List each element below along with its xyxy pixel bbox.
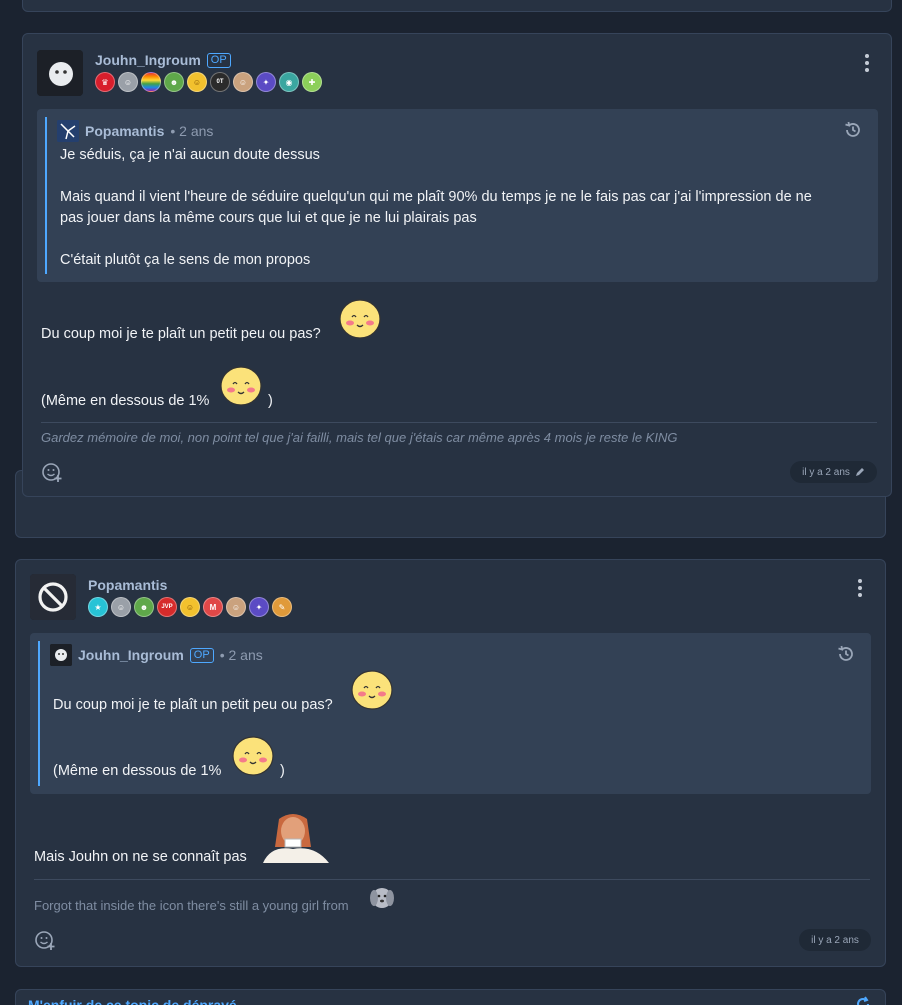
quote-author[interactable]: Jouhn_Ingroum [78,647,184,663]
puppy-sticker-icon [370,888,394,908]
ghost-avatar-icon [37,50,83,96]
quote-avatar[interactable] [57,120,79,142]
author-name[interactable]: Popamantis [88,577,167,593]
refresh-icon[interactable] [855,996,871,1005]
glasses-badge-icon[interactable]: ☻ [134,597,154,617]
signature-divider [41,422,877,423]
quote-block: Popamantis • 2 ans Je séduis, ça je n'ai… [37,109,878,282]
message-line: Du coup moi je te plaît un petit peu ou … [41,326,321,342]
badge-row: ♛ ☺ ☻ ☺ 0T ☺ ✦ ◉ ✚ [95,72,322,92]
face-badge-icon[interactable]: ☺ [226,597,246,617]
quote-bar [38,641,40,786]
author-line: Jouhn_Ingroum OP [95,52,231,68]
quote-line: (Même en dessous de 1% [53,763,222,779]
op-badge: OP [189,647,214,663]
zero-tout-badge-icon[interactable]: 0T [210,72,230,92]
previous-post-card [22,0,892,12]
banned-avatar-icon [30,574,76,620]
post-date-text: il y a 2 ans [802,466,850,478]
author-line: Popamantis [88,577,167,593]
more-options-icon[interactable] [853,579,867,597]
smiley-badge-icon[interactable]: ☺ [180,597,200,617]
quote-author[interactable]: Popamantis [85,123,164,139]
signature-divider [34,879,870,880]
bottom-nav-bar: M'enfuir de ce topic de dépravé [15,989,886,1005]
constellation-avatar-icon [57,120,79,142]
face2-badge-icon[interactable]: ◉ [279,72,299,92]
post-card: Popamantis ★ ☺ ☻ JVP ☺ M ☺ ✦ ✎ Jouhn_Ing… [15,559,886,967]
galaxy-badge-icon[interactable]: ✦ [249,597,269,617]
edit-icon [855,468,864,476]
mario-badge-icon[interactable]: M [203,597,223,617]
smiley-badge-icon[interactable]: ☺ [187,72,207,92]
portrait-badge-icon[interactable]: ☺ [118,72,138,92]
author-name[interactable]: Jouhn_Ingroum [95,52,201,68]
history-icon[interactable] [836,644,856,664]
quote-block: Jouhn_Ingroum OP • 2 ans Du coup moi je … [30,633,871,794]
post-card: Jouhn_Ingroum OP ♛ ☺ ☻ ☺ 0T ☺ ✦ ◉ ✚ Popa… [22,33,892,497]
more-options-icon[interactable] [860,54,874,72]
signature: Gardez mémoire de moi, non point tel que… [41,430,678,445]
palette-badge-icon[interactable]: ✎ [272,597,292,617]
message-line-end: ) [268,393,273,409]
quote-line: Mais quand il vient l'heure de séduire q… [60,189,812,205]
message-line: Mais Jouhn on ne se connaît pas [34,849,247,865]
post-date[interactable]: il y a 2 ans [790,461,877,483]
quote-line: Du coup moi je te plaît un petit peu ou … [53,697,333,713]
blushing-smiley-icon [351,670,393,710]
quote-age: • 2 ans [170,123,214,139]
badge-row: ★ ☺ ☻ JVP ☺ M ☺ ✦ ✎ [88,597,292,617]
galaxy-badge-icon[interactable]: ✦ [256,72,276,92]
blushing-smiley-icon [339,299,381,339]
quote-line: C'était plutôt ça le sens de mon propos [60,252,311,268]
portrait-badge-icon[interactable]: ☺ [111,597,131,617]
message-line: (Même en dessous de 1% [41,393,210,409]
crown-badge-icon[interactable]: ♛ [95,72,115,92]
quote-line: Je séduis, ça je n'ai aucun doute dessus [60,147,320,163]
quote-bar [45,117,47,274]
jvp-badge-icon[interactable]: JVP [157,597,177,617]
ghost-avatar-icon [50,644,72,666]
avatar[interactable] [37,50,83,96]
add-reaction-icon[interactable] [34,929,56,951]
post-date[interactable]: il y a 2 ans [799,929,871,951]
quote-age: • 2 ans [219,647,263,663]
blushing-smiley-icon [220,366,262,406]
quote-header: Jouhn_Ingroum OP • 2 ans [50,644,263,666]
signature: Forgot that inside the icon there's stil… [34,898,349,913]
star-badge-icon[interactable]: ★ [88,597,108,617]
op-badge: OP [206,52,231,68]
rainbow-badge-icon[interactable] [141,72,161,92]
quote-header: Popamantis • 2 ans [57,120,213,142]
quote-line-end: ) [280,763,285,779]
quote-avatar[interactable] [50,644,72,666]
glasses-badge-icon[interactable]: ☻ [164,72,184,92]
face-badge-icon[interactable]: ☺ [233,72,253,92]
back-to-forum-link[interactable]: M'enfuir de ce topic de dépravé [28,997,237,1005]
laughing-man-sticker-icon [263,814,329,863]
history-icon[interactable] [843,120,863,140]
puzzle-badge-icon[interactable]: ✚ [302,72,322,92]
post-date-text: il y a 2 ans [811,934,859,946]
add-reaction-icon[interactable] [41,461,63,483]
avatar[interactable] [30,574,76,620]
quote-line: pas jouer dans la même cours que lui et … [60,210,477,226]
blushing-smiley-icon [232,736,274,776]
